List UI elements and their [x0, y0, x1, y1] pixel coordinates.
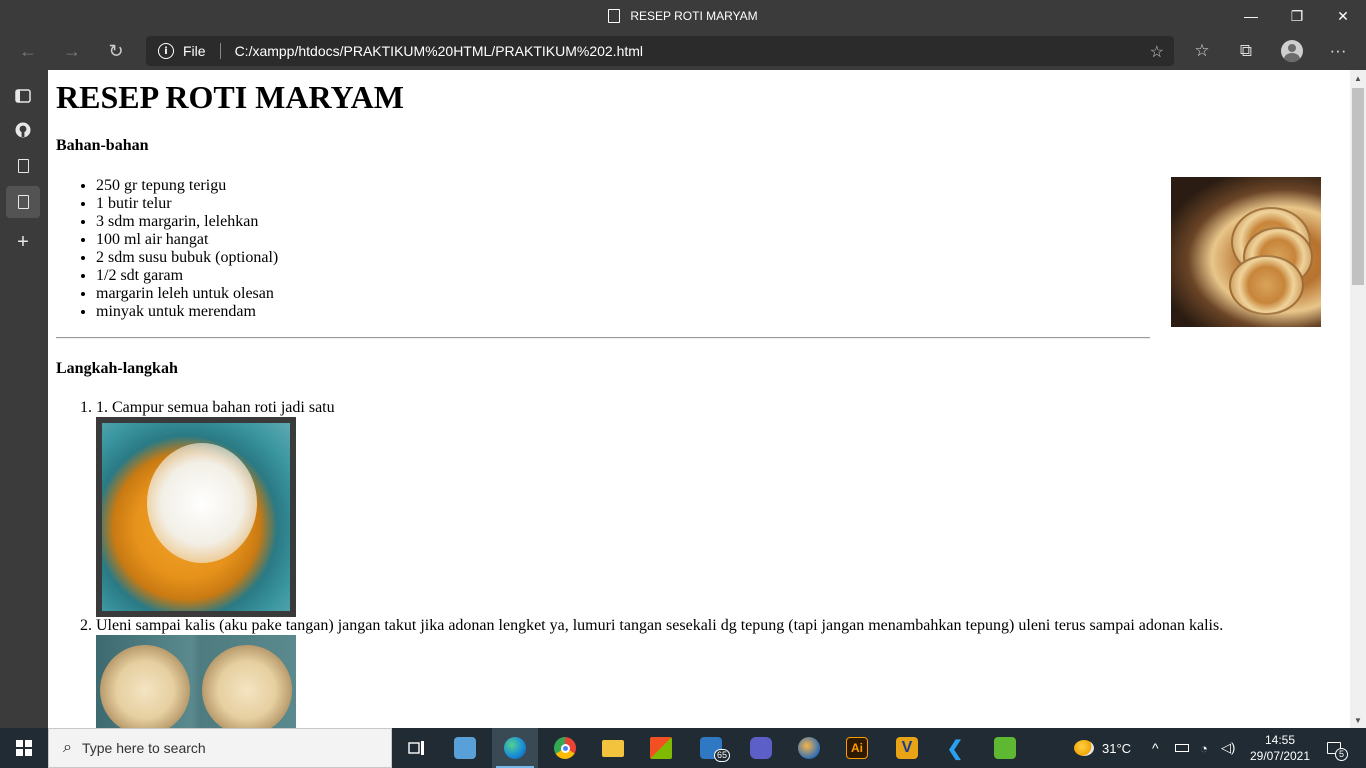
browser-globe-icon[interactable]	[786, 728, 832, 768]
illustrator-icon[interactable]: Ai	[834, 728, 880, 768]
microsoft-store-icon[interactable]	[638, 728, 684, 768]
teams-icon[interactable]	[738, 728, 784, 768]
file-explorer-icon[interactable]	[590, 728, 636, 768]
list-item: minyak untuk merendam	[96, 303, 278, 321]
roti-maryam-photo	[1171, 177, 1321, 327]
mail-badge: 65	[713, 749, 730, 762]
back-button[interactable]: ←	[12, 35, 44, 67]
list-item: 250 gr tepung terigu	[96, 177, 278, 195]
vlc-v-icon[interactable]: V	[884, 728, 930, 768]
weather-temp: 31°C	[1102, 740, 1132, 756]
news-widget-icon[interactable]	[442, 728, 488, 768]
network-icon[interactable]: ◔	[1200, 728, 1208, 768]
close-button[interactable]: ✕	[1320, 0, 1366, 32]
ingredients-heading: Bahan-bahan	[56, 137, 149, 154]
step-text: Uleni sampai kalis (aku pake tangan) jan…	[96, 617, 1224, 634]
active-document-tab-icon[interactable]	[6, 186, 40, 218]
clock-date: 29/07/2021	[1249, 749, 1311, 763]
minimize-button[interactable]: —	[1228, 0, 1274, 32]
taskbar: ⌕ Type here to search 65 Ai V ❮ 31°C ^ ◔…	[0, 728, 1366, 768]
site-info-icon[interactable]: i	[158, 43, 174, 59]
document-icon	[608, 9, 621, 23]
list-item: 1/2 sdt garam	[96, 267, 278, 285]
system-clock[interactable]: 14:55 29/07/2021	[1244, 732, 1316, 764]
restore-button[interactable]: ❐	[1274, 0, 1320, 32]
ingredients-list: 250 gr tepung terigu 1 butir telur 3 sdm…	[96, 177, 278, 321]
mail-icon[interactable]: 65	[688, 728, 734, 768]
github-tab-icon[interactable]	[6, 114, 40, 146]
list-item: 3 sdm margarin, lelehkan	[96, 213, 278, 231]
title-bar: RESEP ROTI MARYAM — ❐ ✕	[0, 0, 1366, 32]
new-tab-icon[interactable]: +	[6, 226, 40, 258]
step-1-photo	[96, 417, 296, 617]
step-2-photo	[96, 635, 296, 728]
task-view-button[interactable]	[394, 728, 440, 768]
notification-center-icon[interactable]: 5	[1322, 736, 1348, 761]
browser-toolbar: ← → ↻ i File C:/xampp/htdocs/PRAKTIKUM%2…	[0, 32, 1366, 70]
show-hidden-icons-icon[interactable]: ^	[1152, 728, 1159, 768]
scrollbar-thumb[interactable]	[1352, 88, 1364, 285]
list-item: 2 sdm susu bubuk (optional)	[96, 249, 278, 267]
step-item: 1. Campur semua bahan roti jadi satu	[96, 399, 1223, 617]
start-button[interactable]	[0, 728, 48, 768]
section-divider	[56, 337, 1150, 339]
page-heading: RESEP ROTI MARYAM	[56, 79, 404, 115]
notification-count: 5	[1334, 748, 1348, 761]
vscode-icon[interactable]: ❮	[932, 728, 978, 768]
taskbar-search-box[interactable]: ⌕ Type here to search	[48, 728, 392, 768]
android-app-icon[interactable]	[982, 728, 1028, 768]
address-divider	[219, 43, 221, 59]
forward-button[interactable]: →	[56, 35, 88, 67]
step-text: 1. Campur semua bahan roti jadi satu	[96, 399, 335, 416]
weather-icon	[1074, 740, 1094, 756]
refresh-button[interactable]: ↻	[100, 35, 132, 67]
scroll-down-arrow-icon[interactable]: ▼	[1350, 712, 1366, 728]
window-title-area: RESEP ROTI MARYAM	[0, 0, 1366, 32]
battery-icon[interactable]	[1175, 728, 1189, 768]
edge-taskbar-icon[interactable]	[492, 728, 538, 768]
add-favorite-icon[interactable]: ☆	[1150, 42, 1164, 62]
document-tab-icon[interactable]	[6, 150, 40, 182]
scroll-up-arrow-icon[interactable]: ▲	[1350, 70, 1366, 86]
search-placeholder: Type here to search	[81, 740, 206, 756]
profile-button[interactable]	[1276, 35, 1308, 67]
list-item: margarin leleh untuk olesan	[96, 285, 278, 303]
favorites-icon[interactable]: ☆	[1186, 35, 1218, 67]
vertical-scrollbar[interactable]: ▲ ▼	[1350, 70, 1366, 728]
step-item: Uleni sampai kalis (aku pake tangan) jan…	[96, 617, 1223, 728]
web-page: RESEP ROTI MARYAM Bahan-bahan 250 gr tep…	[48, 70, 1350, 728]
search-icon: ⌕	[63, 739, 72, 756]
collections-icon[interactable]: ⧉	[1230, 35, 1262, 67]
vertical-tabs-sidebar: +	[0, 70, 48, 728]
settings-menu-icon[interactable]: ···	[1322, 35, 1354, 67]
weather-widget[interactable]: 31°C	[1074, 728, 1131, 768]
steps-list: 1. Campur semua bahan roti jadi satu Ule…	[96, 399, 1223, 728]
list-item: 100 ml air hangat	[96, 231, 278, 249]
volume-icon[interactable]: ◁)	[1221, 728, 1235, 768]
address-bar[interactable]: i File C:/xampp/htdocs/PRAKTIKUM%20HTML/…	[146, 36, 1174, 66]
file-label: File	[183, 43, 206, 59]
tab-actions-icon[interactable]	[6, 80, 40, 112]
avatar	[1281, 40, 1303, 62]
url-text[interactable]: C:/xampp/htdocs/PRAKTIKUM%20HTML/PRAKTIK…	[235, 43, 643, 59]
windows-logo-icon	[16, 740, 32, 756]
chrome-taskbar-icon[interactable]	[542, 728, 588, 768]
clock-time: 14:55	[1264, 733, 1296, 747]
list-item: 1 butir telur	[96, 195, 278, 213]
window-title: RESEP ROTI MARYAM	[630, 9, 758, 23]
steps-heading: Langkah-langkah	[56, 360, 178, 377]
